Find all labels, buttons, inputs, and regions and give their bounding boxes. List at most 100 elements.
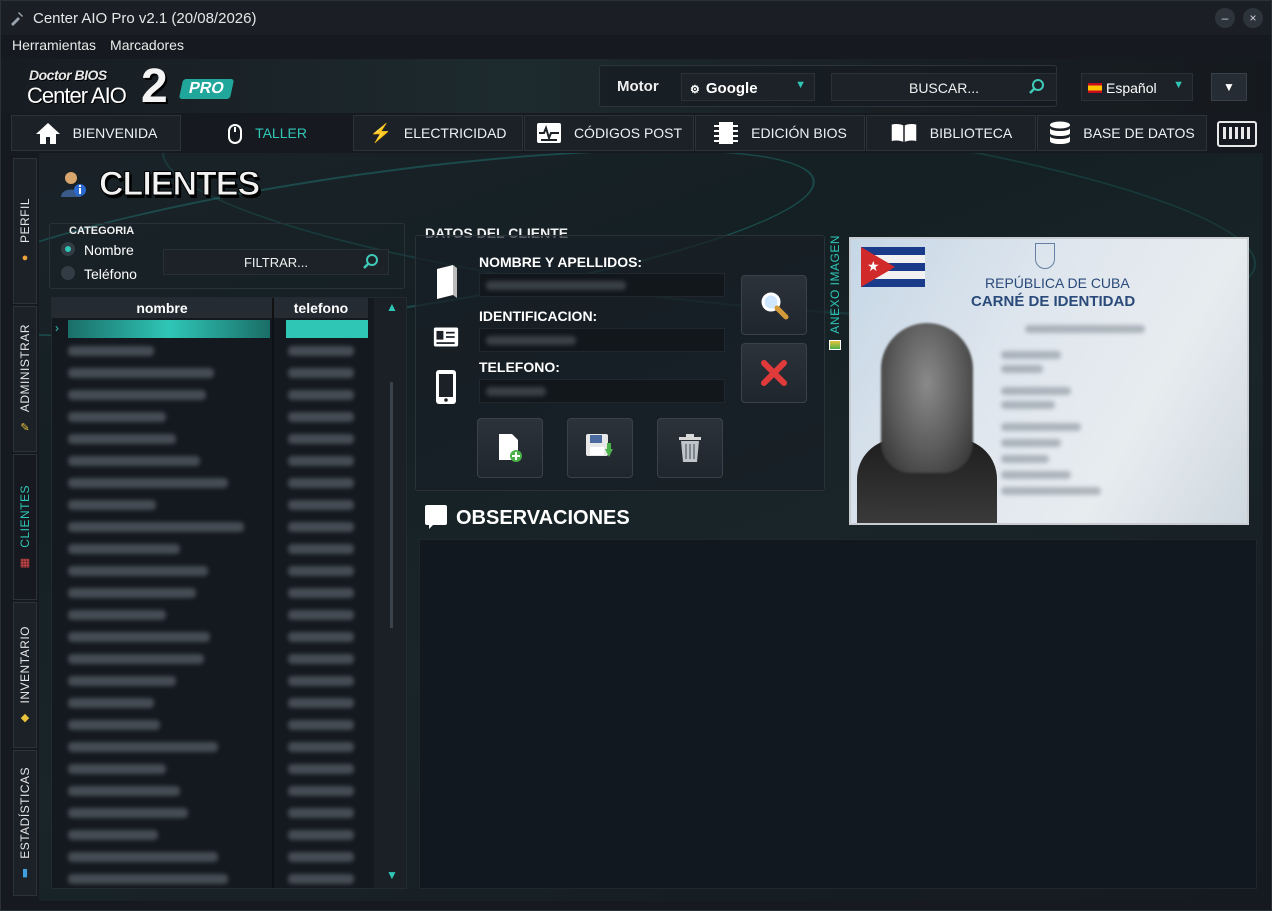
- grid-rows: ›: [52, 318, 368, 888]
- minimize-button[interactable]: –: [1215, 8, 1235, 28]
- motor-label: Motor: [617, 78, 659, 95]
- clients-grid[interactable]: nombre telefono › ▲ ▼: [51, 297, 407, 889]
- table-row[interactable]: [52, 868, 368, 888]
- engine-select[interactable]: ⚙ Google ▼: [681, 73, 815, 101]
- page-title: CLIENTES: [98, 165, 260, 204]
- table-row[interactable]: [52, 604, 368, 626]
- table-row[interactable]: [52, 450, 368, 472]
- header-bar: Doctor BIOS Center AIO 2 PRO Motor ⚙ Goog…: [1, 59, 1271, 113]
- trash-icon: [679, 434, 701, 462]
- language-select[interactable]: Español ▼: [1081, 73, 1193, 101]
- delete-button[interactable]: [657, 418, 723, 478]
- tab-edicion-bios[interactable]: EDICIÓN BIOS: [695, 115, 865, 151]
- chevron-up-icon[interactable]: ▲: [386, 300, 398, 314]
- table-row[interactable]: [52, 846, 368, 868]
- search-client-button[interactable]: [741, 275, 807, 335]
- tab-anexo-imagen[interactable]: ANEXO IMAGEN: [825, 235, 845, 361]
- client-icon: [61, 172, 86, 197]
- tab-bienvenida[interactable]: BIENVENIDA: [11, 115, 181, 151]
- radio-telefono[interactable]: [61, 266, 75, 280]
- clientes-panel: CLIENTES CATEGORIA Nombre Teléfono FILTR…: [39, 153, 1263, 901]
- sidetab-administrar[interactable]: ADMINISTRAR ✎: [13, 306, 37, 452]
- app-window: Center AIO Pro v2.1 (20/08/2026) – × Her…: [0, 0, 1272, 911]
- table-row[interactable]: [52, 714, 368, 736]
- table-row[interactable]: [52, 824, 368, 846]
- table-row[interactable]: [52, 670, 368, 692]
- clear-button[interactable]: [741, 343, 807, 403]
- table-row[interactable]: [52, 516, 368, 538]
- dropdown-menu-button[interactable]: ▼: [1211, 73, 1247, 101]
- tab-taller[interactable]: TALLER: [182, 115, 352, 151]
- identification-input[interactable]: [479, 328, 725, 352]
- table-row[interactable]: [52, 802, 368, 824]
- table-row[interactable]: [52, 494, 368, 516]
- save-button[interactable]: [567, 418, 633, 478]
- column-nombre[interactable]: nombre: [52, 300, 272, 316]
- chevron-down-icon[interactable]: ▼: [386, 868, 398, 882]
- row-indicator-icon: ›: [55, 321, 59, 335]
- sidetab-clientes[interactable]: CLIENTES ▦: [13, 454, 37, 600]
- filter-input[interactable]: FILTRAR...: [163, 249, 389, 275]
- table-row[interactable]: [52, 538, 368, 560]
- table-row[interactable]: [52, 362, 368, 384]
- spain-flag-icon: [1088, 83, 1102, 93]
- app-logo: Doctor BIOS Center AIO 2 PRO: [13, 63, 234, 111]
- table-row[interactable]: [52, 648, 368, 670]
- search-icon[interactable]: [1028, 78, 1046, 96]
- comment-icon: [425, 505, 447, 529]
- table-row[interactable]: [52, 384, 368, 406]
- phone-icon: [436, 370, 456, 404]
- scroll-thumb[interactable]: [390, 382, 393, 628]
- tab-biblioteca[interactable]: BIBLIOTECA: [866, 115, 1036, 151]
- table-row[interactable]: [52, 472, 368, 494]
- grid-scrollbar[interactable]: ▲ ▼: [374, 298, 406, 888]
- table-row[interactable]: [52, 692, 368, 714]
- database-icon: [1050, 121, 1071, 144]
- table-row[interactable]: [52, 340, 368, 362]
- keyboard-icon[interactable]: [1217, 121, 1257, 147]
- id-card-icon: [433, 327, 459, 347]
- phone-input[interactable]: [479, 379, 725, 403]
- search-input[interactable]: BUSCAR...: [831, 73, 1057, 101]
- observations-textarea[interactable]: [419, 539, 1257, 889]
- save-icon: [586, 434, 613, 457]
- radio-telefono-label[interactable]: Teléfono: [84, 266, 137, 282]
- calendar-icon: ▦: [19, 556, 31, 569]
- table-row[interactable]: [52, 428, 368, 450]
- tab-electricidad[interactable]: ⚡ ELECTRICIDAD: [353, 115, 523, 151]
- sidetab-estadisticas[interactable]: ESTADÍSTICAS ▮: [13, 750, 37, 896]
- tab-base-de-datos[interactable]: BASE DE DATOS: [1037, 115, 1207, 151]
- post-card-icon: [536, 123, 561, 143]
- menu-bar: Herramientas Marcadores: [1, 37, 184, 59]
- bar-chart-icon: ▮: [21, 867, 29, 880]
- table-row[interactable]: [52, 780, 368, 802]
- cuba-flag: [861, 247, 925, 287]
- menu-herramientas[interactable]: Herramientas: [12, 37, 96, 59]
- table-row[interactable]: [52, 582, 368, 604]
- menu-marcadores[interactable]: Marcadores: [110, 37, 184, 59]
- title-bar: Center AIO Pro v2.1 (20/08/2026) – ×: [1, 1, 1271, 35]
- attached-id-image[interactable]: REPÚBLICA DE CUBA CARNÉ DE IDENTIDAD ~Ca…: [849, 237, 1249, 525]
- radio-nombre-label[interactable]: Nombre: [84, 242, 134, 258]
- search-icon[interactable]: [362, 253, 380, 271]
- sidetab-inventario[interactable]: INVENTARIO ◆: [13, 602, 37, 748]
- tab-codigos-post[interactable]: CÓDIGOS POST: [524, 115, 694, 151]
- table-row[interactable]: [52, 626, 368, 648]
- chevron-down-icon: ▼: [795, 79, 806, 91]
- name-input[interactable]: [479, 273, 725, 297]
- chip-icon: [714, 122, 739, 144]
- table-row[interactable]: [52, 560, 368, 582]
- sidetab-perfil[interactable]: PERFIL ●: [13, 158, 37, 304]
- side-tabs: PERFIL ● ADMINISTRAR ✎ CLIENTES ▦ INVENT…: [13, 158, 37, 898]
- category-label: CATEGORIA: [69, 225, 135, 237]
- column-telefono[interactable]: telefono: [274, 300, 368, 316]
- new-client-button[interactable]: [477, 418, 543, 478]
- table-row[interactable]: [52, 758, 368, 780]
- close-button[interactable]: ×: [1243, 8, 1263, 28]
- grid-header: nombre telefono: [52, 298, 368, 318]
- chevron-down-icon: ▼: [1173, 79, 1184, 91]
- table-row[interactable]: [52, 736, 368, 758]
- table-row-selected[interactable]: ›: [52, 318, 368, 340]
- radio-nombre[interactable]: [61, 242, 75, 256]
- table-row[interactable]: [52, 406, 368, 428]
